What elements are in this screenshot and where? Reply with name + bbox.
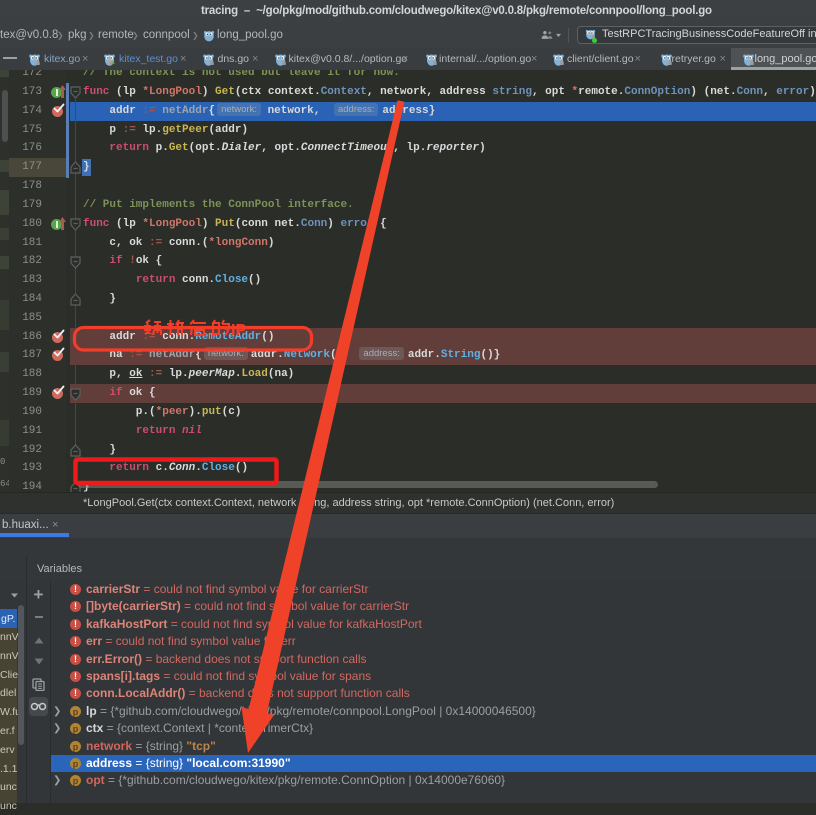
svg-text:IP: IP xyxy=(231,322,246,339)
